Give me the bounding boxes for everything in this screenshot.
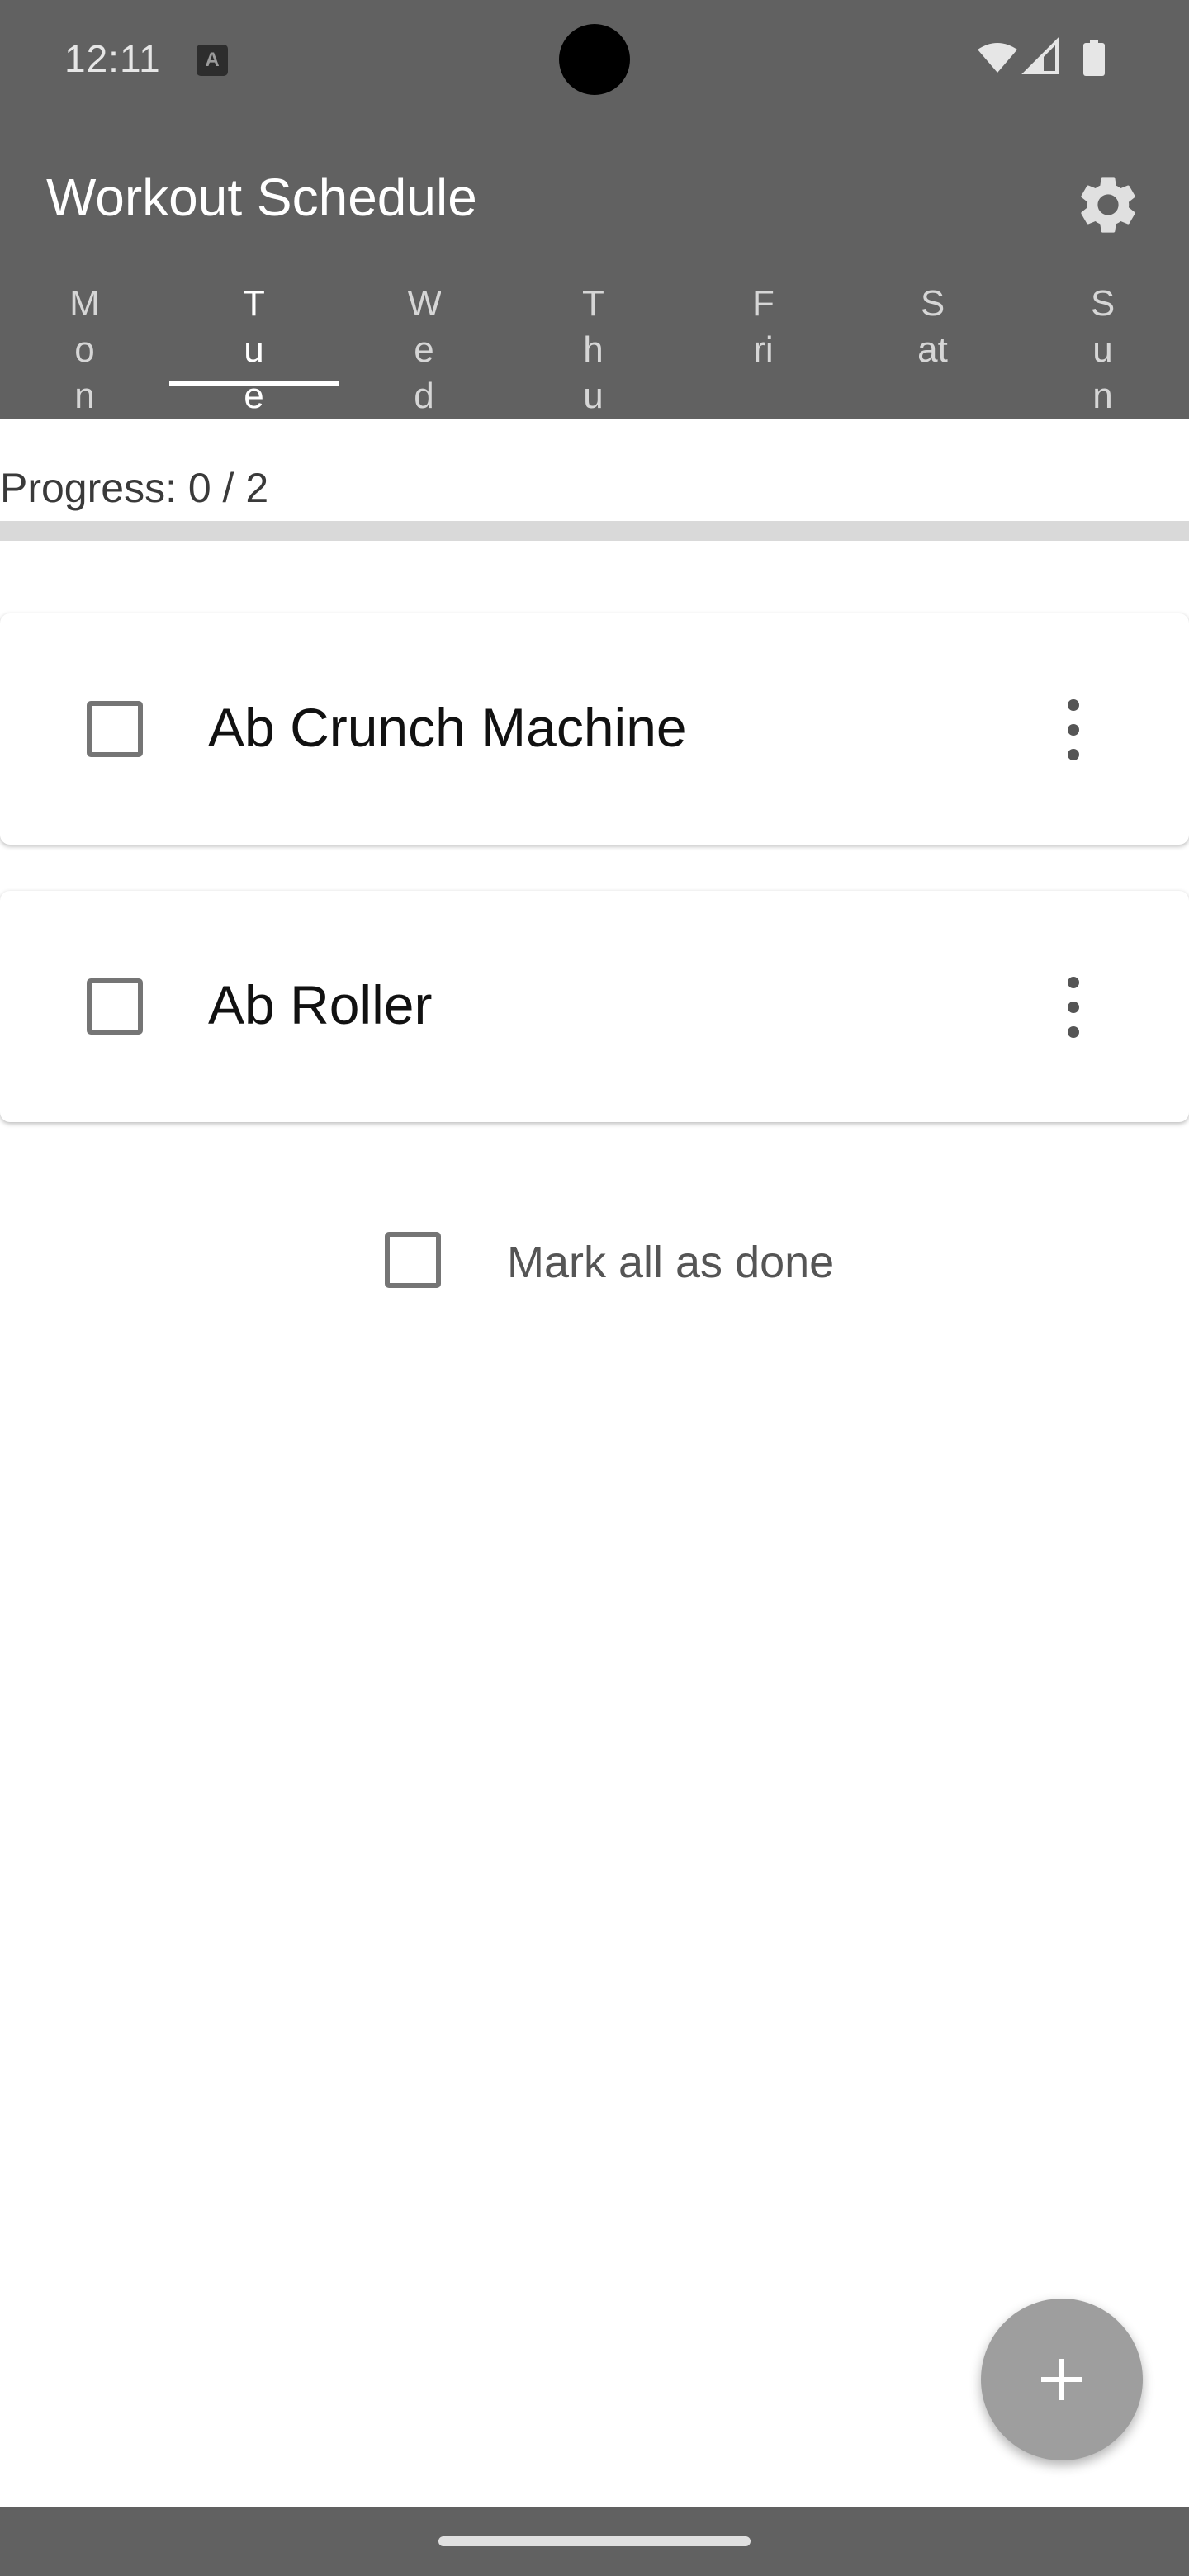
tab-sun[interactable]: Sun [1018, 281, 1187, 419]
tab-label: Mon [69, 283, 100, 416]
mark-all-checkbox[interactable] [385, 1232, 441, 1288]
exercise-card[interactable]: Ab Roller [0, 891, 1189, 1122]
tab-fri[interactable]: Fri [679, 281, 848, 419]
status-time: 12:11 [64, 37, 161, 80]
progress-bar [0, 521, 1189, 541]
page-title: Workout Schedule [46, 168, 477, 227]
mark-all-row[interactable]: Mark all as done [385, 1230, 880, 1290]
tab-label: Wed [407, 283, 441, 416]
exercise-name: Ab Roller [208, 974, 433, 1035]
tab-label: Sat [917, 283, 948, 370]
tab-sat[interactable]: Sat [848, 281, 1017, 419]
tab-label: Thu [582, 283, 604, 416]
tab-thu[interactable]: Thu [509, 281, 678, 419]
tab-label: Fri [752, 283, 775, 370]
tab-indicator [169, 381, 339, 386]
tab-label: Sun [1090, 283, 1116, 416]
tab-tue[interactable]: Tue [169, 281, 339, 419]
mark-all-label: Mark all as done [507, 1238, 835, 1287]
day-tabs: Mon Tue Wed Thu Fri Sat Sun [0, 281, 1189, 419]
system-status-icons [978, 37, 1105, 76]
exercise-card[interactable]: Ab Crunch Machine [0, 613, 1189, 845]
text-a-icon: A [197, 45, 228, 76]
add-exercise-button[interactable] [981, 2299, 1143, 2460]
tab-label: Tue [243, 283, 265, 416]
exercise-checkbox[interactable] [87, 701, 143, 757]
home-gesture-pill[interactable] [438, 2536, 751, 2546]
progress-text: Progress: 0 / 2 [0, 465, 269, 511]
camera-cutout [559, 24, 630, 95]
wifi-icon [978, 43, 1017, 73]
gear-icon[interactable] [1073, 170, 1143, 239]
tab-wed[interactable]: Wed [339, 281, 509, 419]
app-bar: Workout Schedule Mon Tue Wed Thu Fri Sat… [0, 124, 1189, 419]
battery-icon [1083, 40, 1105, 76]
exercise-name: Ab Crunch Machine [208, 697, 687, 758]
tab-mon[interactable]: Mon [0, 281, 169, 419]
more-vert-icon[interactable] [1054, 970, 1093, 1044]
more-vert-icon[interactable] [1054, 693, 1093, 767]
plus-icon [1041, 2359, 1082, 2400]
exercise-checkbox[interactable] [87, 978, 143, 1035]
navigation-bar [0, 2507, 1189, 2576]
status-bar: 12:11 A [0, 0, 1189, 124]
